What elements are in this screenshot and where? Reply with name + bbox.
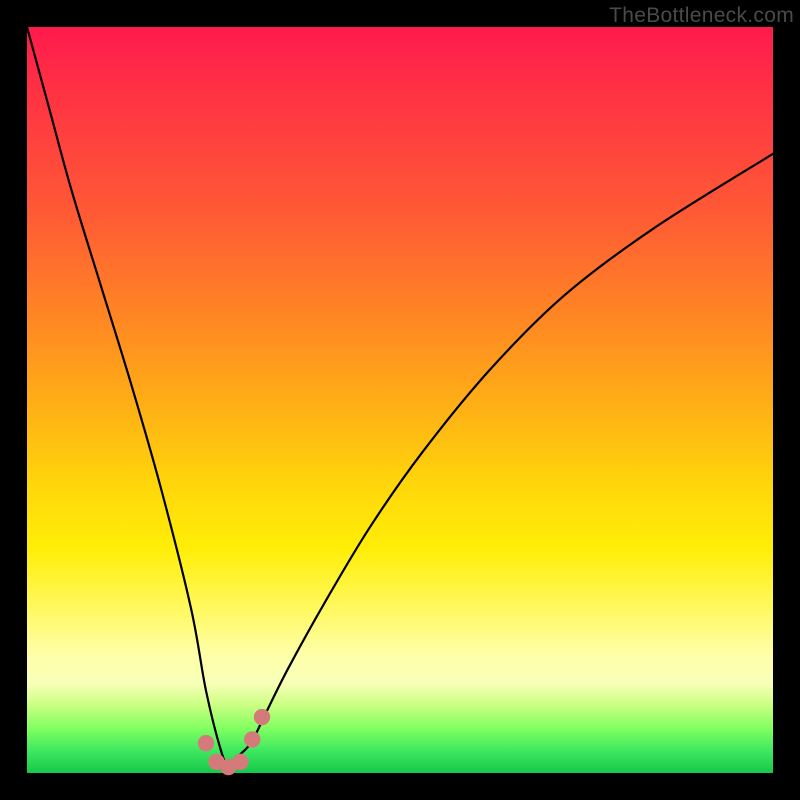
chart-frame: TheBottleneck.com [0, 0, 800, 800]
min-region-dot-4 [232, 754, 248, 770]
curve-layer [0, 0, 800, 800]
min-region-dot-6 [254, 709, 270, 725]
min-region-dot-5 [244, 731, 260, 747]
bottleneck-curve [27, 27, 773, 766]
min-region-dot-1 [198, 735, 214, 751]
marker-layer [198, 709, 270, 775]
